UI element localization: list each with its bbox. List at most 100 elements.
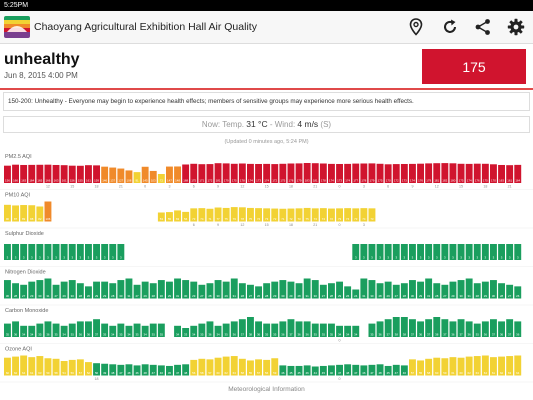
bar-value-label: 27	[54, 294, 58, 298]
hour-tick-label: 18	[483, 185, 487, 189]
wind-label: - Wind:	[269, 120, 296, 129]
bar-value-label: 89	[22, 217, 26, 221]
location-pin-icon	[409, 18, 423, 36]
bar-value-label: 45	[322, 371, 326, 375]
bar-value-label: 35	[370, 332, 374, 336]
bar-value-label: 71	[281, 217, 285, 221]
status-bar: 5:25PM	[0, 0, 533, 11]
bar-value-label: 29	[103, 294, 107, 298]
bar-value-label: 27	[135, 294, 139, 298]
bar-value-label: 37	[443, 332, 447, 336]
bar-value-label: 48	[378, 371, 382, 375]
bar-value-label: 36	[468, 332, 472, 336]
bar-value-label: 78	[241, 217, 245, 221]
bar-value-label: 31	[46, 294, 50, 298]
hour-tick-label: 21	[508, 185, 512, 189]
bar-value-label: 172	[272, 178, 277, 182]
bar-value-label: 181	[313, 178, 318, 182]
bar-value-label: 177	[353, 178, 358, 182]
bar-value-label: 46	[135, 371, 139, 375]
bar-value-label: 35	[265, 332, 269, 336]
bar-value-label: 27	[395, 294, 399, 298]
bar-value-label: 35	[152, 332, 156, 336]
bar-value-label: 26	[87, 294, 91, 298]
bar-value-label: 46	[403, 371, 407, 375]
bar-value-label: 87	[14, 217, 18, 221]
chart-title: PM10 AQI	[5, 193, 31, 199]
bar-value-label: 73	[354, 217, 358, 221]
hour-tick-label: 12	[240, 185, 244, 189]
aqi-value-badge: 175	[422, 49, 526, 84]
bar-value-label: 181	[216, 178, 221, 182]
bar-value-label: 170	[386, 178, 391, 182]
settings-button[interactable]	[505, 16, 527, 38]
bar-value-label: 58	[427, 371, 431, 375]
bar-value-label: 74	[200, 217, 204, 221]
refresh-button[interactable]	[439, 16, 461, 38]
bar-value-label: 73	[192, 217, 196, 221]
bar-value-label: 36	[233, 332, 237, 336]
gear-icon	[507, 18, 525, 36]
bar-value-label: 174	[329, 178, 334, 182]
bar-value-label: 28	[111, 294, 115, 298]
bar-value-label: 31	[176, 294, 180, 298]
bar-value-label: 64	[22, 371, 26, 375]
hour-tick-label: 15	[265, 223, 269, 227]
hour-tick-label: 6	[387, 185, 389, 189]
hour-tick-label: 3	[363, 185, 365, 189]
bar-value-label: 48	[184, 371, 188, 375]
bar-value-label: 29	[387, 294, 391, 298]
bar-value-label: 64	[484, 371, 488, 375]
bar-value-label: 147	[167, 178, 172, 182]
bar-value-label: 28	[208, 294, 212, 298]
bar-value-label: 30	[184, 294, 188, 298]
bar-value-label: 35	[476, 332, 480, 336]
bar-value-label: 63	[476, 371, 480, 375]
bar-value-label: 175	[378, 178, 383, 182]
share-icon	[475, 19, 490, 35]
bar-value-label: 29	[419, 294, 423, 298]
bar-value-label: 174	[345, 178, 350, 182]
bar-value-label: 77	[216, 217, 220, 221]
bar-value-label: 173	[402, 178, 407, 182]
hour-tick-label: 0	[144, 185, 146, 189]
refresh-icon	[444, 19, 456, 33]
bar-value-label: 73	[338, 217, 342, 221]
bar-value-label: 34	[216, 332, 220, 336]
share-button[interactable]	[472, 16, 494, 38]
bar-value-label: 35	[103, 332, 107, 336]
bar-value-label: 30	[71, 294, 75, 298]
bar-value-label: 31	[427, 294, 431, 298]
bar-value-label: 35	[322, 332, 326, 336]
app-title: Chaoyang Agricultural Exhibition Hall Ai…	[34, 21, 257, 33]
bar-value-label: 36	[378, 332, 382, 336]
bar-value-label: 55	[419, 371, 423, 375]
bar-value-label: 29	[451, 294, 455, 298]
wind-direction: (S)	[320, 120, 332, 129]
bar-value-label: 30	[38, 294, 42, 298]
location-pin-button[interactable]	[405, 16, 427, 38]
bar-value-label: 161	[507, 178, 512, 182]
chart-title: Nitrogen Dioxide	[5, 270, 46, 276]
bar-value-label: 37	[241, 332, 245, 336]
bar-value-label: 75	[306, 217, 310, 221]
bar-value-label: 37	[387, 332, 391, 336]
bar-value-label: 90	[6, 217, 10, 221]
bar-value-label: 103	[151, 178, 156, 182]
bar-value-label: 108	[127, 178, 132, 182]
chart-pm10-aqi: PM10 AQI90 87 89 88 82 106 53 55 63 56 73 74 71 77 75 7…	[0, 193, 533, 229]
bar-value-label: 56	[265, 371, 269, 375]
bar-value-label: 47	[119, 371, 123, 375]
bar-value-label: 35	[273, 332, 277, 336]
meteorological-info-link[interactable]: Meteorological Information	[0, 386, 533, 393]
bar-value-label: 48	[127, 371, 131, 375]
bar-value-label: 38	[403, 332, 407, 336]
bar-value-label: 179	[370, 178, 375, 182]
bar-value-label: 29	[289, 294, 293, 298]
bar-value-label: 172	[208, 178, 213, 182]
bar-value-label: 34	[176, 332, 180, 336]
bar-value-label: 156	[5, 178, 10, 182]
bar-value-label: 182	[442, 178, 447, 182]
bar-value-label: 45	[289, 371, 293, 375]
bar-value-label: 137	[110, 178, 115, 182]
